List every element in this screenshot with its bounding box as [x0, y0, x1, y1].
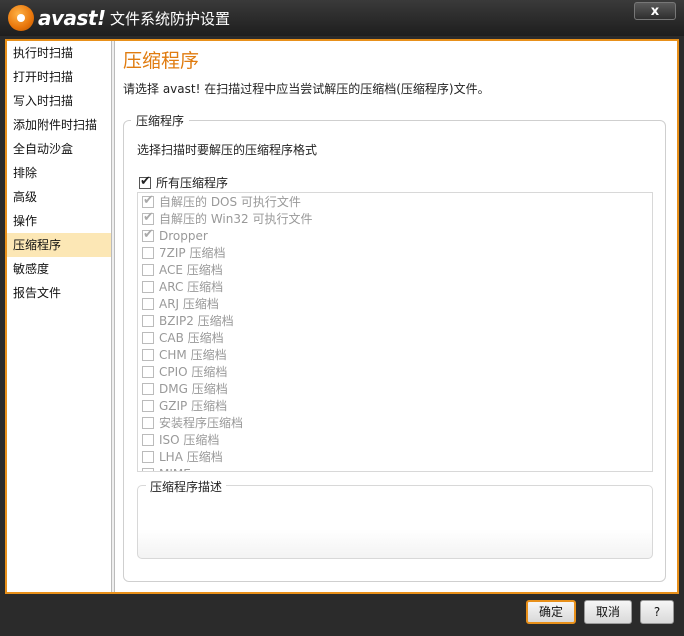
page-description: 请选择 avast! 在扫描过程中应当尝试解压的压缩档(压缩程序)文件。 [123, 82, 490, 96]
packer-label: CPIO 压缩档 [159, 365, 228, 379]
packer-label: LHA 压缩档 [159, 450, 223, 464]
help-button[interactable]: ? [640, 600, 674, 624]
packer-label: 自解压的 Win32 可执行文件 [159, 212, 313, 226]
packer-row[interactable]: Dropper [138, 227, 652, 244]
close-button[interactable]: x [634, 2, 676, 20]
sidebar-item[interactable]: 报告文件 [7, 281, 111, 305]
checkbox-icon[interactable] [142, 382, 154, 395]
packer-row[interactable]: 安装程序压缩档 [138, 414, 652, 431]
checkbox-icon[interactable] [142, 314, 154, 327]
checkbox-icon[interactable] [142, 450, 154, 463]
checkbox-icon[interactable] [142, 467, 154, 471]
packer-label: DMG 压缩档 [159, 382, 228, 396]
packer-label: 7ZIP 压缩档 [159, 246, 226, 260]
packer-row[interactable]: CHM 压缩档 [138, 346, 652, 363]
packer-label: GZIP 压缩档 [159, 399, 228, 413]
packer-label: 自解压的 DOS 可执行文件 [159, 195, 301, 209]
checkbox-icon[interactable] [142, 246, 154, 259]
packer-description-box: 压缩程序描述 [137, 478, 653, 559]
sidebar-item[interactable]: 操作 [7, 209, 111, 233]
packer-row[interactable]: 7ZIP 压缩档 [138, 244, 652, 261]
packer-label: ISO 压缩档 [159, 433, 220, 447]
checkbox-icon[interactable] [139, 174, 151, 189]
group-title: 压缩程序 [131, 112, 190, 129]
logo-text: avast! [38, 6, 106, 30]
packer-label: CAB 压缩档 [159, 331, 224, 345]
packer-row[interactable]: ARC 压缩档 [138, 278, 652, 295]
packer-row[interactable]: CPIO 压缩档 [138, 363, 652, 380]
packer-label: Dropper [159, 228, 208, 243]
avast-ball-icon [8, 5, 34, 31]
packer-row[interactable]: LHA 压缩档 [138, 448, 652, 465]
main-content: 压缩程序 请选择 avast! 在扫描过程中应当尝试解压的压缩档(压缩程序)文件… [123, 41, 677, 592]
window-title: 文件系统防护设置 [110, 10, 231, 28]
sidebar-item[interactable]: 打开时扫描 [7, 65, 111, 89]
packer-row[interactable]: ISO 压缩档 [138, 431, 652, 448]
checkbox-icon[interactable] [142, 365, 154, 378]
packer-row[interactable]: 自解压的 Win32 可执行文件 [138, 210, 652, 227]
sidebar-divider[interactable] [111, 41, 115, 592]
packer-label: ARC 压缩档 [159, 280, 224, 294]
checkbox-icon[interactable] [142, 297, 154, 310]
description-title: 压缩程序描述 [146, 478, 227, 495]
packer-row[interactable]: MIME [138, 465, 652, 472]
packer-label: ACE 压缩档 [159, 263, 223, 277]
packer-list[interactable]: 自解压的 DOS 可执行文件自解压的 Win32 可执行文件 Dropper 7ZI… [137, 192, 653, 472]
cancel-button[interactable]: 取消 [584, 600, 632, 624]
packer-row[interactable]: BZIP2 压缩档 [138, 312, 652, 329]
sidebar-item[interactable]: 添加附件时扫描 [7, 113, 111, 137]
sidebar-item[interactable]: 高级 [7, 185, 111, 209]
packer-label: MIME [159, 467, 191, 472]
checkbox-icon[interactable] [142, 263, 154, 276]
checkbox-icon[interactable] [142, 348, 154, 361]
checkbox-icon[interactable] [142, 280, 154, 293]
sidebar-item[interactable]: 压缩程序 [7, 233, 111, 257]
avast-logo: avast! [8, 4, 106, 32]
checkbox-icon[interactable] [142, 399, 154, 412]
packer-label: 安装程序压缩档 [159, 416, 244, 430]
group-subtitle: 选择扫描时要解压的压缩程序格式 [137, 143, 318, 157]
checkbox-icon[interactable] [142, 331, 154, 344]
packer-row[interactable]: 自解压的 DOS 可执行文件 [138, 193, 652, 210]
packer-row[interactable]: CAB 压缩档 [138, 329, 652, 346]
all-packers-label: 所有压缩程序 [156, 176, 229, 190]
ok-button[interactable]: 确定 [526, 600, 576, 624]
packer-row[interactable]: GZIP 压缩档 [138, 397, 652, 414]
checkbox-icon[interactable] [142, 227, 154, 242]
checkbox-icon[interactable] [142, 193, 154, 208]
sidebar-item[interactable]: 敏感度 [7, 257, 111, 281]
all-packers-checkbox[interactable]: 所有压缩程序 [139, 174, 228, 191]
checkbox-icon[interactable] [142, 433, 154, 446]
sidebar-item[interactable]: 排除 [7, 161, 111, 185]
checkbox-icon[interactable] [142, 416, 154, 429]
sidebar: 执行时扫描 打开时扫描 写入时扫描 添加附件时扫描 全自动沙盒 排除 高级 操作 压缩程序 敏感度… [7, 41, 111, 592]
settings-frame: 执行时扫描 打开时扫描 写入时扫描 添加附件时扫描 全自动沙盒 排除 高级 操作 压缩程序 敏感度… [5, 39, 679, 594]
packer-label: BZIP2 压缩档 [159, 314, 234, 328]
sidebar-item[interactable]: 全自动沙盒 [7, 137, 111, 161]
packer-row[interactable]: ACE 压缩档 [138, 261, 652, 278]
packer-label: ARJ 压缩档 [159, 297, 219, 311]
page-title: 压缩程序 [123, 50, 200, 72]
packer-label: CHM 压缩档 [159, 348, 227, 362]
checkbox-icon[interactable] [142, 210, 154, 225]
packer-row[interactable]: ARJ 压缩档 [138, 295, 652, 312]
sidebar-item[interactable]: 执行时扫描 [7, 41, 111, 65]
packer-row[interactable]: DMG 压缩档 [138, 380, 652, 397]
packers-group: 压缩程序 选择扫描时要解压的压缩程序格式 所有压缩程序 自解压的 DOS 可执行… [123, 112, 666, 582]
title-bar: avast! 文件系统防护设置 x [0, 0, 684, 36]
sidebar-item[interactable]: 写入时扫描 [7, 89, 111, 113]
